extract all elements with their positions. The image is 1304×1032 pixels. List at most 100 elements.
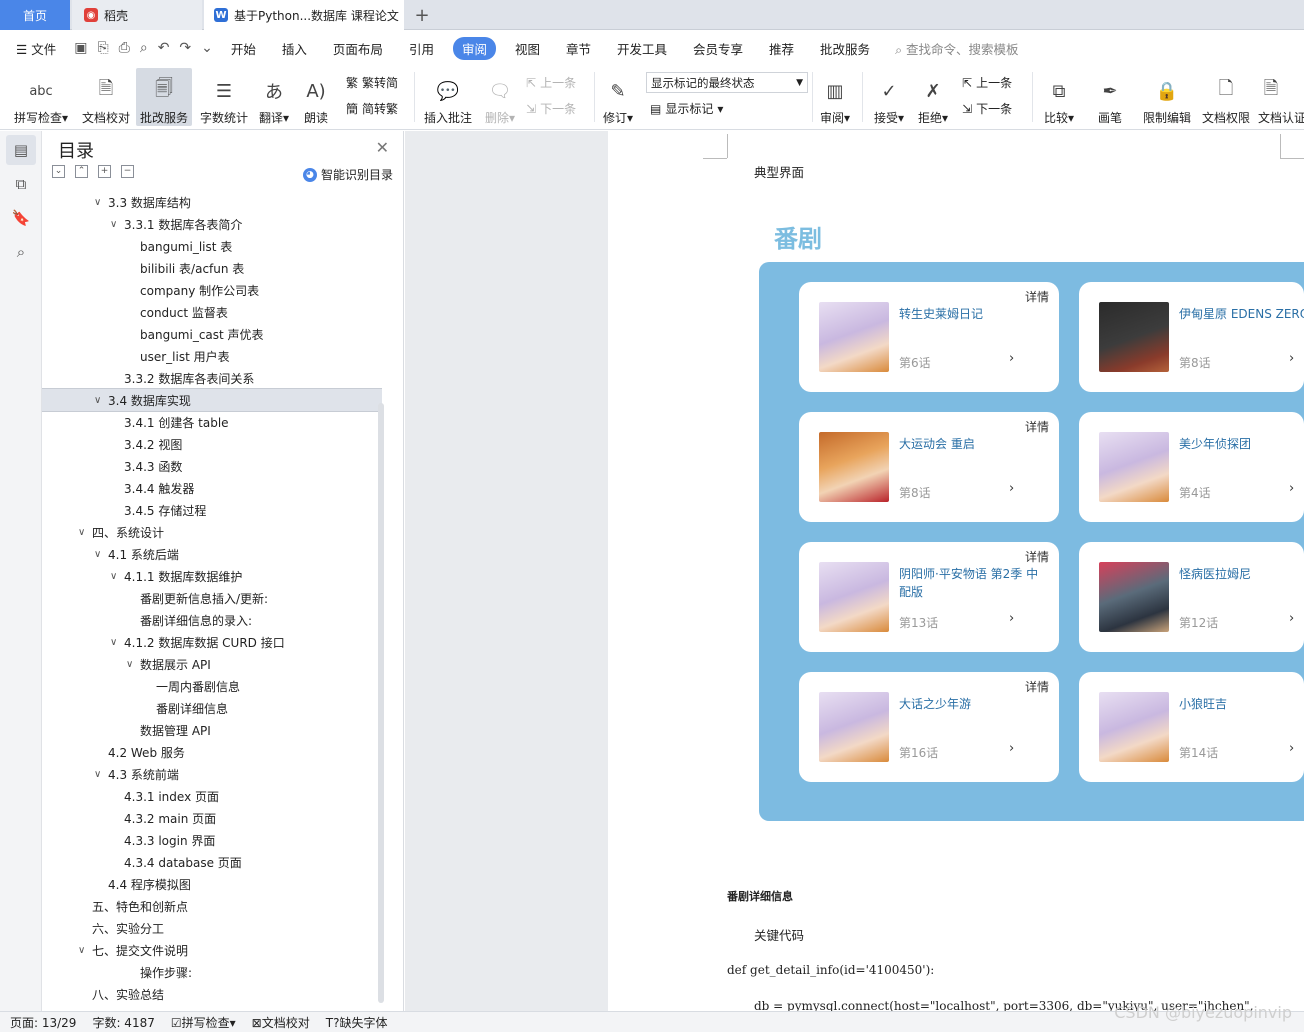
- toc-item[interactable]: ∨ 4.1 系统后端: [42, 543, 382, 565]
- track-changes-button[interactable]: ✎ 修订▾: [600, 68, 636, 126]
- chevron-down-icon[interactable]: ∨: [94, 197, 108, 208]
- page-indicator[interactable]: 页面: 13/29: [10, 1014, 76, 1031]
- toc-item[interactable]: 4.3.3 login 界面: [42, 829, 382, 851]
- chevron-down-icon[interactable]: ∨: [94, 395, 108, 406]
- toc-item[interactable]: 数据管理 API: [42, 719, 382, 741]
- toc-item[interactable]: ∨ 3.4 数据库实现: [42, 388, 382, 412]
- status-proofread[interactable]: ⊠文档校对: [252, 1014, 310, 1031]
- print-icon[interactable]: ⎙: [114, 40, 135, 56]
- chevron-right-icon[interactable]: ›: [1289, 351, 1294, 366]
- toc-item[interactable]: ∨ 3.3.1 数据库各表简介: [42, 213, 382, 235]
- collapse-all-icon[interactable]: ⌄: [52, 165, 65, 178]
- chevron-down-icon[interactable]: ∨: [78, 527, 92, 538]
- delete-comment-button[interactable]: 🗨 删除▾: [480, 68, 520, 126]
- read-aloud-button[interactable]: A) 朗读: [300, 68, 332, 126]
- bangumi-thumbnail[interactable]: [819, 692, 889, 762]
- bangumi-thumbnail[interactable]: [819, 432, 889, 502]
- status-spell-check[interactable]: ☑拼写检查▾: [171, 1014, 236, 1031]
- chevron-right-icon[interactable]: ›: [1009, 741, 1014, 756]
- toc-item[interactable]: 番剧详细信息: [42, 697, 382, 719]
- doc-permission-button[interactable]: 🗋 文档权限: [1200, 68, 1252, 126]
- bangumi-title[interactable]: 伊甸星原 EDENS ZERO: [1179, 305, 1304, 323]
- pen-button[interactable]: ✒ 画笔: [1094, 68, 1126, 126]
- bangumi-card[interactable]: 大话之少年游 第16话 › 详情: [799, 672, 1059, 782]
- prev-comment-button[interactable]: ⇱ 上一条: [526, 74, 576, 91]
- smart-toc-button[interactable]: ◕ 智能识别目录: [302, 166, 393, 183]
- detail-link[interactable]: 详情: [1025, 548, 1049, 565]
- chevron-right-icon[interactable]: ›: [1009, 351, 1014, 366]
- next-change-button[interactable]: ⇲ 下一条: [962, 100, 1012, 117]
- accept-button[interactable]: ✓ 接受▾: [870, 68, 908, 126]
- tab-document[interactable]: W 基于Python...数据库 课程论文: [204, 0, 404, 30]
- chapter-nav-icon[interactable]: ⧉: [6, 169, 36, 199]
- menu-item[interactable]: 视图: [502, 39, 553, 58]
- show-markup-button[interactable]: ▤ 显示标记 ▾: [650, 100, 723, 117]
- bangumi-title[interactable]: 大运动会 重启: [899, 435, 1049, 453]
- bangumi-title[interactable]: 转生史莱姆日记: [899, 305, 1049, 323]
- toc-item[interactable]: 3.4.3 函数: [42, 455, 382, 477]
- bangumi-thumbnail[interactable]: [1099, 302, 1169, 372]
- bangumi-thumbnail[interactable]: [819, 302, 889, 372]
- menu-item[interactable]: 开发工具: [604, 39, 680, 58]
- bangumi-card[interactable]: 阴阳师·平安物语 第2季 中配版 第13话 › 详情: [799, 542, 1059, 652]
- bangumi-card[interactable]: 怪病医拉姆尼 第12话 ›: [1079, 542, 1304, 652]
- toc-item[interactable]: 番剧详细信息的录入:: [42, 609, 382, 631]
- tab-docer[interactable]: ◉ 稻壳: [72, 0, 202, 30]
- toc-item[interactable]: 3.4.5 存储过程: [42, 499, 382, 521]
- close-icon[interactable]: ✕: [376, 138, 389, 157]
- detail-link[interactable]: 详情: [1025, 678, 1049, 695]
- chevron-down-icon[interactable]: ∨: [126, 659, 140, 670]
- command-search[interactable]: ⌕ 查找命令、搜索模板: [895, 39, 1019, 58]
- bookmark-icon[interactable]: 🔖: [6, 203, 36, 233]
- add-level-icon[interactable]: +: [98, 165, 111, 178]
- quick-access-dropdown-icon[interactable]: ⌄: [196, 40, 218, 56]
- toc-item[interactable]: 3.4.4 触发器: [42, 477, 382, 499]
- bangumi-title[interactable]: 怪病医拉姆尼: [1179, 565, 1304, 583]
- bangumi-thumbnail[interactable]: [1099, 692, 1169, 762]
- bangumi-title[interactable]: 阴阳师·平安物语 第2季 中配版: [899, 565, 1049, 601]
- chevron-down-icon[interactable]: ∨: [94, 769, 108, 780]
- menu-item[interactable]: 引用: [396, 39, 447, 58]
- menu-item[interactable]: 插入: [269, 39, 320, 58]
- menu-item[interactable]: 推荐: [756, 39, 807, 58]
- expand-up-icon[interactable]: ⌃: [75, 165, 88, 178]
- insert-comment-button[interactable]: 💬 插入批注: [422, 68, 474, 126]
- preview-icon[interactable]: ⌕: [135, 40, 153, 56]
- bangumi-card[interactable]: 美少年侦探团 第4话 ›: [1079, 412, 1304, 522]
- toc-item[interactable]: ∨ 四、系统设计: [42, 521, 382, 543]
- toc-scrollbar[interactable]: [378, 403, 384, 1003]
- toc-item[interactable]: 3.4.2 视图: [42, 433, 382, 455]
- spell-check-button[interactable]: abc 拼写检查▾: [10, 68, 72, 126]
- chevron-right-icon[interactable]: ›: [1289, 611, 1294, 626]
- toc-item[interactable]: 一周内番剧信息: [42, 675, 382, 697]
- toc-item[interactable]: bilibili 表/acfun 表: [42, 257, 382, 279]
- toc-item[interactable]: 4.3.1 index 页面: [42, 785, 382, 807]
- prev-change-button[interactable]: ⇱ 上一条: [962, 74, 1012, 91]
- menu-item[interactable]: 章节: [553, 39, 604, 58]
- toc-item[interactable]: 3.4.1 创建各 table: [42, 411, 382, 433]
- search-icon[interactable]: ⌕: [6, 237, 36, 267]
- bangumi-title[interactable]: 小狼旺吉: [1179, 695, 1304, 713]
- chevron-down-icon[interactable]: ∨: [78, 945, 92, 956]
- word-count-button[interactable]: ☰ 字数统计: [198, 68, 250, 126]
- chevron-down-icon[interactable]: ∨: [110, 571, 124, 582]
- menu-item[interactable]: 审阅: [452, 36, 496, 60]
- save-icon[interactable]: ▣: [69, 40, 92, 56]
- toc-panel-icon[interactable]: ▤: [6, 135, 36, 165]
- chevron-right-icon[interactable]: ›: [1289, 741, 1294, 756]
- chevron-right-icon[interactable]: ›: [1289, 481, 1294, 496]
- simp-to-trad-button[interactable]: 簡简转繁: [346, 100, 398, 117]
- menu-item[interactable]: 会员专享: [680, 39, 756, 58]
- toc-item[interactable]: ∨ 七、提交文件说明: [42, 939, 382, 961]
- bangumi-title[interactable]: 大话之少年游: [899, 695, 1049, 713]
- detail-link[interactable]: 详情: [1025, 418, 1049, 435]
- toc-item[interactable]: 六、实验分工: [42, 917, 382, 939]
- markup-state-select[interactable]: 显示标记的最终状态 ▼: [646, 72, 808, 93]
- proofread-button[interactable]: 🗎 文档校对: [80, 68, 132, 126]
- bangumi-thumbnail[interactable]: [1099, 562, 1169, 632]
- file-menu[interactable]: ☰ 文件: [0, 39, 69, 58]
- menu-item[interactable]: 批改服务: [807, 39, 883, 58]
- menu-item[interactable]: 页面布局: [320, 39, 396, 58]
- toc-item[interactable]: 五、特色和创新点: [42, 895, 382, 917]
- review-pane-button[interactable]: ▥ 审阅▾: [816, 68, 854, 126]
